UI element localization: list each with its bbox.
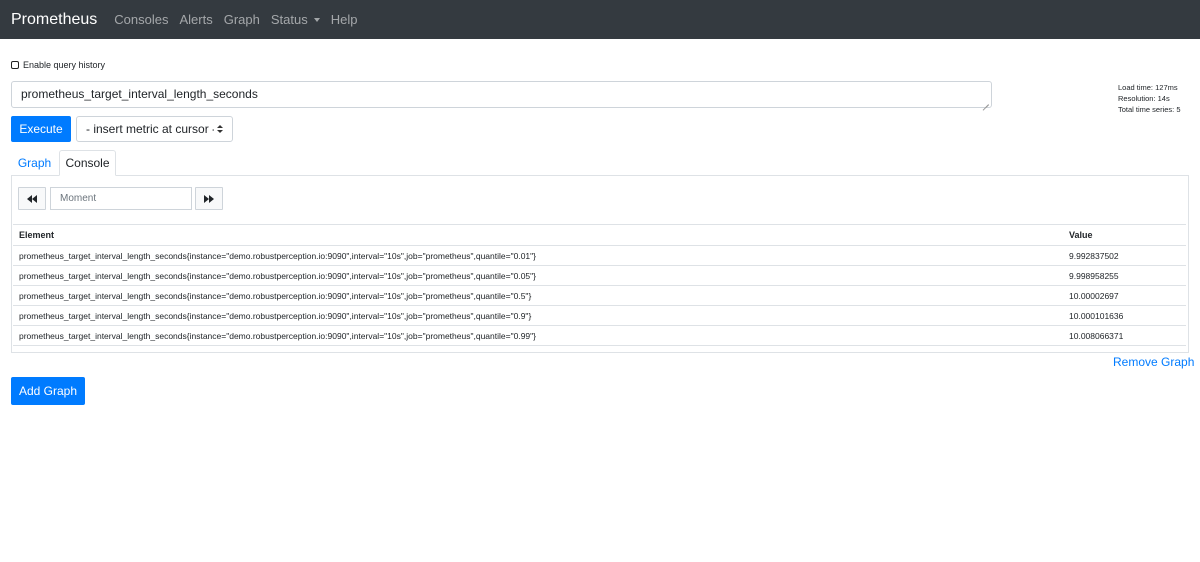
moment-forward-button[interactable]	[195, 187, 223, 210]
chevron-down-icon	[313, 18, 320, 22]
table-row: prometheus_target_interval_length_second…	[13, 306, 1186, 326]
insert-metric-selected: - insert metric at cursor -	[86, 122, 214, 136]
row-value: 9.998958255	[1069, 271, 1119, 281]
moment-input[interactable]: Moment	[50, 187, 192, 210]
tab-console[interactable]: Console	[59, 150, 116, 176]
row-value: 10.00002697	[1069, 291, 1119, 301]
checkbox-icon[interactable]	[11, 61, 19, 69]
updown-icon	[217, 125, 223, 135]
remove-graph-link[interactable]: Remove Graph	[1113, 355, 1194, 369]
table-row: prometheus_target_interval_length_second…	[13, 286, 1186, 306]
table-row: prometheus_target_interval_length_second…	[13, 266, 1186, 286]
row-element: prometheus_target_interval_length_second…	[19, 311, 532, 321]
query-stats: Load time: 127ms Resolution: 14s Total t…	[1118, 82, 1198, 115]
add-graph-button[interactable]: Add Graph	[11, 377, 85, 405]
row-element: prometheus_target_interval_length_second…	[19, 331, 537, 341]
row-value: 9.992837502	[1069, 251, 1119, 261]
resolution: Resolution: 14s	[1118, 94, 1170, 103]
nav-graph[interactable]: Graph	[224, 12, 260, 27]
total-time-series: Total time series: 5	[1118, 105, 1181, 114]
execute-button[interactable]: Execute	[11, 116, 71, 142]
forward-icon	[204, 194, 214, 203]
row-element: prometheus_target_interval_length_second…	[19, 251, 537, 261]
expression-input[interactable]: prometheus_target_interval_length_second…	[11, 81, 992, 108]
query-history-label: Enable query history	[23, 60, 106, 70]
query-history-toggle[interactable]: Enable query history	[11, 60, 105, 70]
table-row: prometheus_target_interval_length_second…	[13, 246, 1186, 266]
table-header: Element Value	[13, 224, 1186, 246]
row-element: prometheus_target_interval_length_second…	[19, 271, 537, 281]
row-element: prometheus_target_interval_length_second…	[19, 291, 532, 301]
row-value: 10.008066371	[1069, 331, 1124, 341]
resize-handle-icon[interactable]	[983, 99, 989, 105]
header-element: Element	[19, 230, 55, 240]
backward-icon	[27, 194, 37, 203]
row-value: 10.000101636	[1069, 311, 1124, 321]
expression-text: prometheus_target_interval_length_second…	[21, 87, 258, 101]
brand-link[interactable]: Prometheus	[11, 11, 97, 29]
top-navbar: Prometheus Consoles Alerts Graph Status …	[0, 0, 1200, 39]
nav-alerts[interactable]: Alerts	[179, 12, 212, 27]
nav-status-dropdown[interactable]: Status	[271, 12, 320, 27]
insert-metric-select[interactable]: - insert metric at cursor -	[76, 116, 233, 142]
table-row: prometheus_target_interval_length_second…	[13, 326, 1186, 346]
nav-help[interactable]: Help	[331, 12, 358, 27]
console-panel: Moment Element Value prometheus_target_i…	[11, 175, 1189, 353]
nav-status-label: Status	[270, 12, 308, 27]
tab-graph[interactable]: Graph	[11, 150, 58, 176]
moment-back-button[interactable]	[18, 187, 46, 210]
header-value: Value	[1069, 230, 1093, 240]
nav-consoles[interactable]: Consoles	[114, 12, 168, 27]
load-time: Load time: 127ms	[1118, 83, 1178, 92]
